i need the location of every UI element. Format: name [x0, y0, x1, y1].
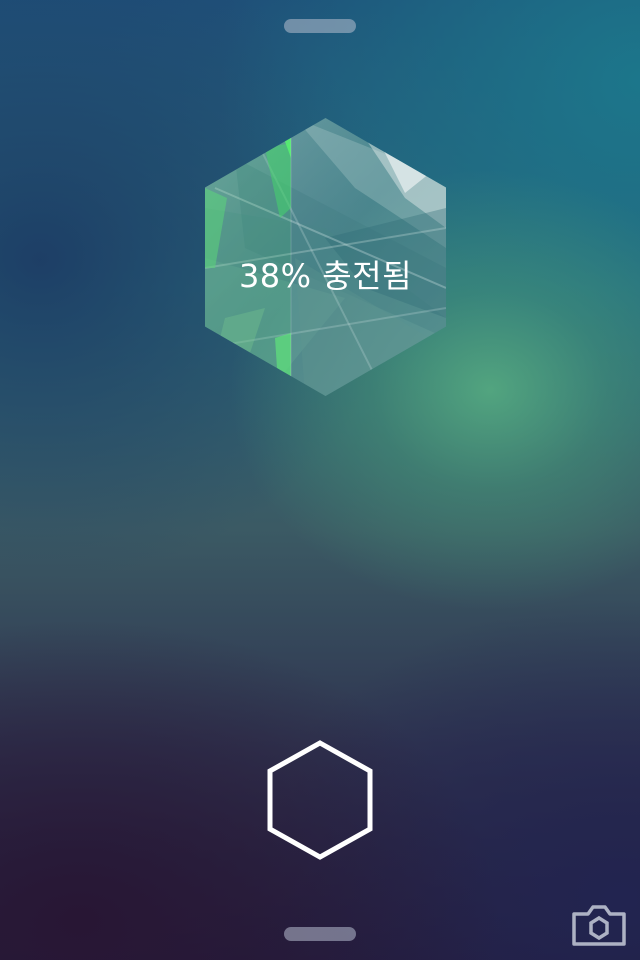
hexagon-outline-icon[interactable]	[266, 740, 374, 860]
battery-status-label: 38% 충전됨	[238, 257, 413, 295]
notification-center-grabber[interactable]	[284, 19, 356, 33]
control-center-grabber[interactable]	[284, 927, 356, 941]
camera-icon[interactable]	[570, 902, 628, 948]
